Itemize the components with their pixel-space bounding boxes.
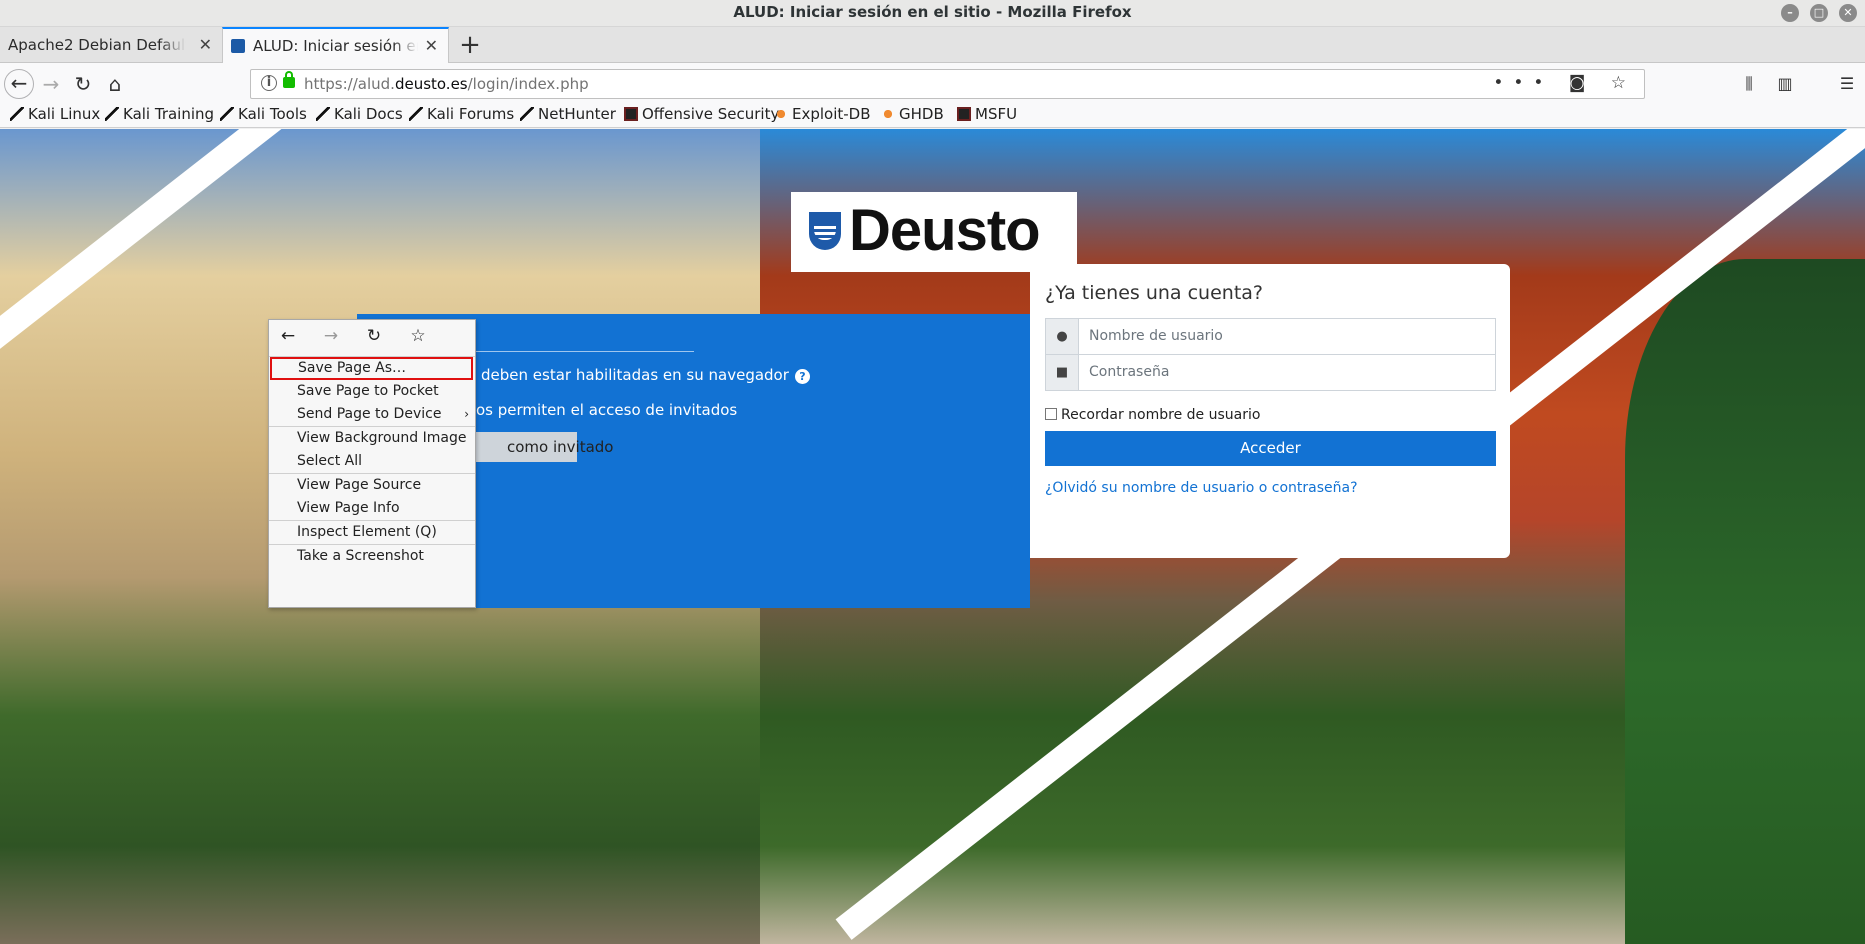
- username-field[interactable]: ● Nombre de usuario: [1045, 318, 1496, 355]
- forward-button[interactable]: →: [36, 69, 66, 99]
- kali-dragon-icon: [520, 107, 534, 121]
- close-window-icon[interactable]: ✕: [1839, 4, 1857, 22]
- menu-view-background-image[interactable]: View Background Image: [269, 427, 475, 450]
- tab-close-icon[interactable]: ✕: [199, 27, 212, 63]
- background-trees: [1625, 259, 1865, 944]
- login-button[interactable]: Acceder: [1045, 431, 1496, 466]
- url-actions: ••• ◙ ☆: [1493, 73, 1636, 93]
- username-placeholder: Nombre de usuario: [1089, 328, 1223, 344]
- tab-close-icon[interactable]: ✕: [425, 29, 438, 63]
- site-info-icon[interactable]: i: [261, 75, 277, 91]
- menu-icon[interactable]: ☰: [1829, 69, 1865, 99]
- password-placeholder: Contraseña: [1089, 364, 1170, 380]
- offsec-icon: [624, 107, 638, 121]
- divider: [465, 351, 694, 352]
- context-back-icon[interactable]: ←: [273, 326, 303, 346]
- context-bookmark-icon[interactable]: ☆: [403, 326, 433, 346]
- bookmark-kali-docs[interactable]: Kali Docs: [316, 105, 403, 123]
- context-menu: ← → ↻ ☆ Save Page As… Save Page to Pocke…: [268, 319, 476, 608]
- url-text[interactable]: https://alud.deusto.es/login/index.php: [304, 75, 589, 93]
- page-actions-icon[interactable]: •••: [1493, 73, 1553, 93]
- context-nav-row: ← → ↻ ☆: [269, 320, 475, 356]
- bookmarks-toolbar: Kali Linux Kali Training Kali Tools Kali…: [0, 103, 1865, 128]
- deusto-shield-icon: [809, 212, 841, 250]
- context-reload-icon[interactable]: ↻: [359, 326, 389, 346]
- toolbar-right: ⫼ ▥ ☰: [1731, 69, 1865, 99]
- kali-dragon-icon: [409, 107, 423, 121]
- tab-label: ALUD: Iniciar sesión en el sitio: [253, 37, 418, 55]
- maximize-icon[interactable]: □: [1810, 4, 1828, 22]
- kali-dragon-icon: [220, 107, 234, 121]
- menu-select-all[interactable]: Select All: [269, 450, 475, 473]
- help-icon[interactable]: ?: [794, 369, 810, 384]
- guest-access-notice: os permiten el acceso de invitados: [476, 401, 738, 419]
- kali-dragon-icon: [105, 107, 119, 121]
- guest-login-button[interactable]: como invitado: [465, 432, 613, 462]
- menu-view-page-info[interactable]: View Page Info: [269, 497, 475, 520]
- lock-icon: ■: [1046, 355, 1079, 390]
- submenu-arrow-icon: ›: [464, 407, 469, 421]
- bookmark-kali-linux[interactable]: Kali Linux: [10, 105, 100, 123]
- pocket-icon[interactable]: ◙: [1569, 73, 1596, 93]
- remember-checkbox[interactable]: [1045, 408, 1057, 420]
- menu-view-page-source[interactable]: View Page Source: [269, 474, 475, 497]
- bookmark-nethunter[interactable]: NetHunter: [520, 105, 616, 123]
- url-bar[interactable]: i https://alud.deusto.es/login/index.php…: [250, 69, 1645, 99]
- remember-username[interactable]: Recordar nombre de usuario: [1045, 407, 1260, 423]
- tab-apache[interactable]: Apache2 Debian Default Page: It works ✕: [0, 27, 222, 63]
- window-titlebar: ALUD: Iniciar sesión en el sitio - Mozil…: [0, 0, 1865, 27]
- sidebar-icon[interactable]: ▥: [1767, 69, 1803, 99]
- menu-inspect-element[interactable]: Inspect Element (Q): [269, 521, 475, 544]
- minimize-icon[interactable]: –: [1781, 4, 1799, 22]
- bookmark-kali-forums[interactable]: Kali Forums: [409, 105, 514, 123]
- tab-label: Apache2 Debian Default Page: It works: [8, 36, 186, 54]
- kali-dragon-icon: [10, 107, 24, 121]
- menu-save-to-pocket[interactable]: Save Page to Pocket: [269, 380, 475, 403]
- home-button[interactable]: ⌂: [100, 69, 130, 99]
- cookies-notice: deben estar habilitadas en su navegador?: [481, 366, 810, 384]
- library-icon[interactable]: ⫼: [1731, 69, 1767, 99]
- tab-alud[interactable]: ALUD: Iniciar sesión en el sitio ✕: [222, 27, 449, 64]
- bookmark-kali-tools[interactable]: Kali Tools: [220, 105, 307, 123]
- logo-text: Deusto: [849, 198, 1041, 263]
- bookmark-msfu[interactable]: MSFU: [957, 105, 1017, 123]
- exploit-db-icon: [881, 107, 895, 121]
- bookmark-star-icon[interactable]: ☆: [1611, 73, 1636, 93]
- login-heading: ¿Ya tienes una cuenta?: [1045, 282, 1264, 304]
- deusto-favicon-icon: [231, 38, 245, 53]
- context-forward-icon[interactable]: →: [316, 326, 346, 346]
- reload-button[interactable]: ↻: [68, 69, 98, 99]
- menu-save-page-as[interactable]: Save Page As…: [270, 357, 473, 380]
- menu-send-to-device[interactable]: Send Page to Device ›: [269, 403, 475, 426]
- back-button[interactable]: ←: [4, 69, 34, 99]
- password-field[interactable]: ■ Contraseña: [1045, 354, 1496, 391]
- new-tab-button[interactable]: +: [455, 27, 485, 63]
- user-icon: ●: [1046, 319, 1079, 354]
- lock-icon[interactable]: [283, 71, 295, 88]
- menu-take-screenshot[interactable]: Take a Screenshot: [269, 545, 475, 568]
- deusto-logo: Deusto: [791, 192, 1077, 272]
- tab-bar: Apache2 Debian Default Page: It works ✕ …: [0, 27, 1865, 64]
- offsec-icon: [957, 107, 971, 121]
- forgot-password-link[interactable]: ¿Olvidó su nombre de usuario o contraseñ…: [1045, 480, 1358, 496]
- exploit-db-icon: [774, 107, 788, 121]
- window-title: ALUD: Iniciar sesión en el sitio - Mozil…: [733, 3, 1132, 21]
- kali-dragon-icon: [316, 107, 330, 121]
- navigation-bar: ← → ↻ ⌂ i https://alud.deusto.es/login/i…: [0, 63, 1865, 103]
- bookmark-ghdb[interactable]: GHDB: [881, 105, 944, 123]
- login-card: ¿Ya tienes una cuenta? ● Nombre de usuar…: [1030, 264, 1510, 558]
- bookmark-kali-training[interactable]: Kali Training: [105, 105, 214, 123]
- bookmark-offensive-security[interactable]: Offensive Security: [624, 105, 779, 123]
- bookmark-exploit-db[interactable]: Exploit-DB: [774, 105, 871, 123]
